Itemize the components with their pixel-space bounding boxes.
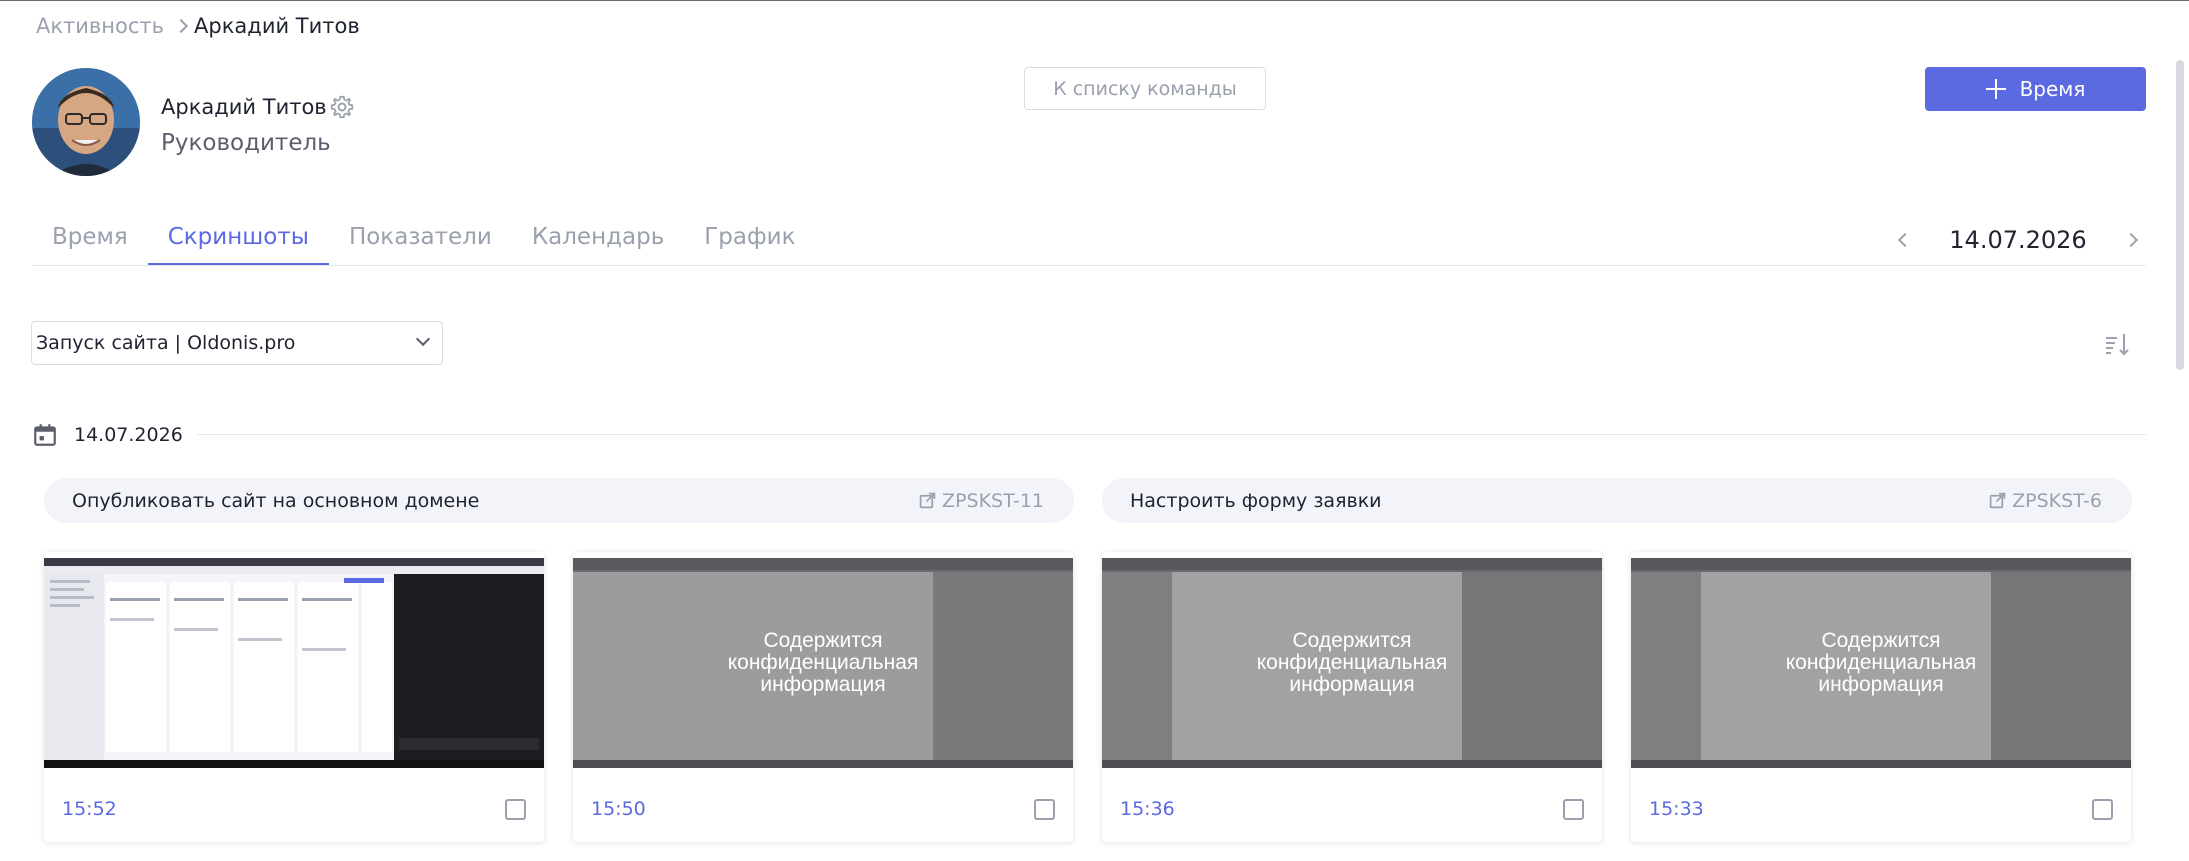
chevron-right-icon xyxy=(173,18,189,34)
screenshot-time[interactable]: 15:50 xyxy=(591,798,646,820)
date-navigator: 14.07.2026 xyxy=(1890,220,2146,260)
task-bar: Опубликовать сайт на основном домене ZPS… xyxy=(44,478,1074,523)
project-select[interactable]: Запуск сайта | Oldonis.pro xyxy=(31,321,443,365)
day-divider xyxy=(197,434,2146,435)
screenshot-checkbox[interactable] xyxy=(1563,799,1584,820)
external-link-icon xyxy=(1989,492,2006,509)
prev-date-button[interactable] xyxy=(1890,225,1920,255)
tab-chart[interactable]: График xyxy=(684,218,815,266)
breadcrumb: Активность Аркадий Титов xyxy=(36,14,360,38)
tabs: Время Скриншоты Показатели Календарь Гра… xyxy=(32,218,816,266)
team-list-button[interactable]: К списку команды xyxy=(1024,67,1266,110)
screenshot-card: 15:52 xyxy=(44,552,544,842)
screenshot-time[interactable]: 15:33 xyxy=(1649,798,1704,820)
task-code: ZPSKST-11 xyxy=(942,489,1044,512)
screenshot-checkbox[interactable] xyxy=(1034,799,1055,820)
current-date: 14.07.2026 xyxy=(1949,226,2087,254)
day-header: 14.07.2026 xyxy=(32,422,183,448)
confidential-overlay: Содержится конфиденциальная информация xyxy=(1785,629,1977,696)
chevron-left-icon xyxy=(1897,232,1913,248)
confidential-overlay: Содержится конфиденциальная информация xyxy=(727,629,919,696)
screenshot-card: Содержится конфиденциальная информация 1… xyxy=(573,552,1073,842)
gear-icon[interactable] xyxy=(329,94,355,120)
breadcrumb-activity-link[interactable]: Активность xyxy=(36,14,164,38)
task-code: ZPSKST-6 xyxy=(2012,489,2102,512)
project-select-value: Запуск сайта | Oldonis.pro xyxy=(36,332,296,354)
breadcrumb-current: Аркадий Титов xyxy=(194,14,360,38)
plus-icon xyxy=(1985,79,2006,99)
day-date: 14.07.2026 xyxy=(74,424,183,446)
screenshot-checkbox[interactable] xyxy=(2092,799,2113,820)
chevron-right-icon xyxy=(2123,232,2139,248)
screenshot-thumbnail[interactable]: Содержится конфиденциальная информация xyxy=(1102,558,1602,768)
screenshot-time[interactable]: 15:52 xyxy=(62,798,117,820)
task-code-link[interactable]: ZPSKST-11 xyxy=(919,490,1044,512)
task-code-link[interactable]: ZPSKST-6 xyxy=(1989,490,2102,512)
screenshot-thumbnail[interactable] xyxy=(44,558,544,768)
user-role: Руководитель xyxy=(161,130,331,156)
external-link-icon xyxy=(919,492,936,509)
tab-screenshots[interactable]: Скриншоты xyxy=(147,218,329,266)
screenshot-thumbnail[interactable]: Содержится конфиденциальная информация xyxy=(573,558,1073,768)
sort-icon[interactable] xyxy=(2103,330,2131,358)
task-title: Настроить форму заявки xyxy=(1130,489,1382,512)
screenshot-card: Содержится конфиденциальная информация 1… xyxy=(1102,552,1602,842)
confidential-overlay: Содержится конфиденциальная информация xyxy=(1256,629,1448,696)
screenshot-time[interactable]: 15:36 xyxy=(1120,798,1175,820)
page-scrollbar[interactable] xyxy=(2176,60,2184,370)
screenshot-thumbnail[interactable]: Содержится конфиденциальная информация xyxy=(1631,558,2131,768)
tabs-divider xyxy=(32,265,2146,266)
calendar-icon xyxy=(34,424,56,446)
chevron-down-icon xyxy=(415,331,431,347)
avatar xyxy=(32,68,140,176)
add-time-label: Время xyxy=(2019,77,2086,101)
tab-time[interactable]: Время xyxy=(32,218,148,266)
tab-calendar[interactable]: Календарь xyxy=(512,218,684,266)
task-bar: Настроить форму заявки ZPSKST-6 xyxy=(1102,478,2132,523)
task-title: Опубликовать сайт на основном домене xyxy=(72,489,480,512)
screenshot-checkbox[interactable] xyxy=(505,799,526,820)
screenshot-card: Содержится конфиденциальная информация 1… xyxy=(1631,552,2131,842)
tab-metrics[interactable]: Показатели xyxy=(329,218,512,266)
top-border xyxy=(0,0,2189,1)
add-time-button[interactable]: Время xyxy=(1925,67,2146,111)
next-date-button[interactable] xyxy=(2116,225,2146,255)
user-name: Аркадий Титов xyxy=(161,95,327,119)
